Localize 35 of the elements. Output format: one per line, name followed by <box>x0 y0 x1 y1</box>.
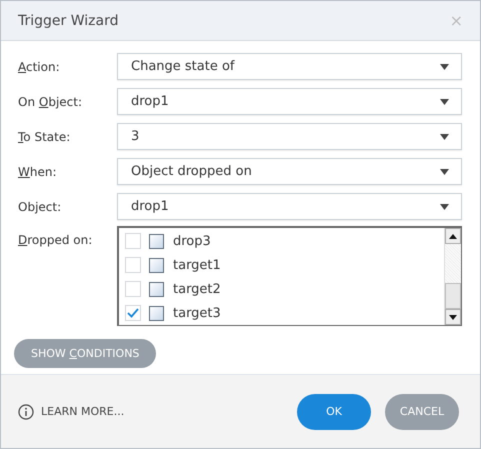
object-icon <box>149 258 164 272</box>
object-icon <box>149 282 164 296</box>
scroll-down-icon[interactable] <box>449 314 457 320</box>
caret-icon <box>440 204 449 210</box>
list-item[interactable]: drop3 <box>173 234 211 248</box>
field-label: To State: <box>17 130 72 144</box>
dropdown[interactable]: drop1 <box>117 193 462 220</box>
learn-more-link[interactable]: LEARN MORE... <box>41 405 124 418</box>
list-item[interactable]: target2 <box>173 282 221 296</box>
field-label: Object: <box>17 200 62 214</box>
checkbox[interactable] <box>125 305 141 321</box>
dropdown[interactable]: 3 <box>117 123 462 150</box>
info-icon <box>18 404 34 420</box>
field-label: Dropped on: <box>17 232 94 249</box>
list-item[interactable]: target3 <box>173 306 221 320</box>
object-icon <box>149 306 164 320</box>
scroll-up-icon[interactable] <box>449 234 457 238</box>
checkbox[interactable] <box>125 281 141 297</box>
caret-icon <box>440 98 449 104</box>
window-title: Trigger Wizard <box>18 12 120 28</box>
field-label: When: <box>17 164 58 178</box>
caret-icon <box>440 64 449 70</box>
checkbox[interactable] <box>125 257 141 273</box>
list-item[interactable]: target1 <box>173 258 221 272</box>
field-label: On Object: <box>17 94 84 108</box>
checkbox[interactable] <box>125 233 141 249</box>
ok-button[interactable]: OK <box>297 394 371 430</box>
scrollbar[interactable] <box>444 228 461 325</box>
caret-icon <box>440 134 449 140</box>
dropdown[interactable]: Change state of <box>117 53 462 80</box>
field-label: Action: <box>17 60 61 74</box>
dropdown[interactable]: Object dropped on <box>117 158 462 185</box>
dropdown[interactable]: drop1 <box>117 88 462 115</box>
caret-icon <box>440 168 449 174</box>
object-icon <box>149 234 164 248</box>
